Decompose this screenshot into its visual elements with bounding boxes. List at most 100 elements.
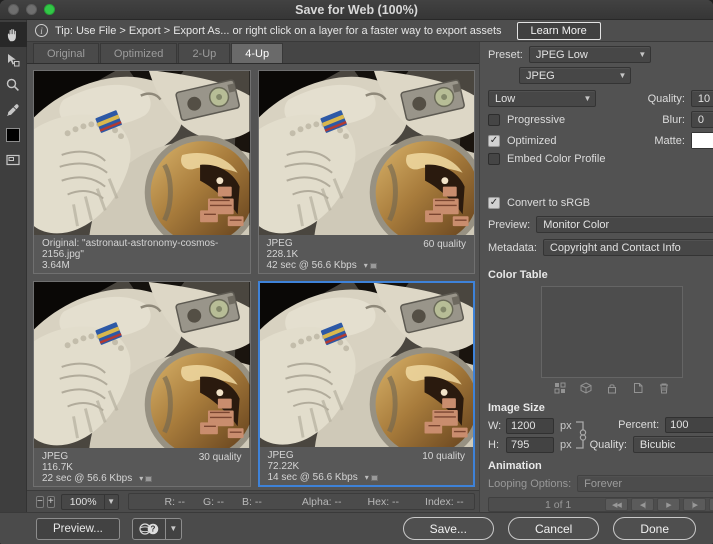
learn-more-button[interactable]: Learn More — [517, 22, 601, 40]
height-input[interactable] — [506, 437, 554, 453]
next-frame-icon: |▶ — [683, 498, 706, 511]
progressive-label: Progressive — [507, 114, 565, 126]
preview-image-original[interactable] — [34, 71, 250, 235]
alpha-value: -- — [335, 496, 342, 508]
color-table-box — [541, 286, 683, 378]
tab-4up[interactable]: 4-Up — [231, 43, 283, 63]
tip-text: Tip: Use File > Export > Export As... or… — [55, 25, 502, 37]
preview-pane-jpeg-30[interactable]: JPEG 116.7K 22 sec @ 56.6 Kbps ▾ 30 qual… — [33, 281, 251, 487]
preview-image-jpeg-30[interactable] — [34, 282, 250, 448]
done-button[interactable]: Done — [613, 517, 696, 540]
hex-value: -- — [392, 496, 399, 508]
delete-color-icon[interactable] — [658, 382, 670, 394]
preview-image-jpeg-10[interactable] — [260, 283, 474, 447]
resample-quality-select[interactable]: Bicubic▼ — [633, 436, 713, 453]
compression-quality-select[interactable]: Low▼ — [488, 90, 596, 107]
tool-strip — [0, 20, 27, 512]
preview-pane-original[interactable]: Original: "astronaut-astronomy-cosmos-21… — [33, 70, 251, 274]
format-select[interactable]: JPEG▼ — [519, 67, 631, 84]
matte-color-swatch — [692, 133, 713, 148]
format-label: JPEG — [42, 451, 152, 462]
preset-select[interactable]: JPEG Low▼ — [529, 46, 651, 63]
first-frame-icon: ◀◀ — [605, 498, 628, 511]
hand-tool[interactable] — [0, 22, 27, 47]
animation-frame-bar: 1 of 1 ◀◀ ◀| ▶ |▶ ▶▶ — [488, 497, 713, 512]
info-icon: i — [35, 24, 48, 37]
width-label: W: — [488, 420, 506, 432]
original-filesize: 3.64M — [42, 260, 242, 271]
dither-transparency-icon[interactable] — [554, 382, 566, 394]
zoom-in-button[interactable]: + — [47, 496, 55, 508]
filesize-label: 228.1K — [267, 249, 377, 260]
browser-select-combo[interactable]: ? ▼ — [132, 518, 182, 540]
metadata-select[interactable]: Copyright and Contact Info▼ — [543, 239, 713, 256]
preview-pane-jpeg-10-selected[interactable]: JPEG 72.22K 14 sec @ 56.6 Kbps ▾ 10 qual… — [258, 281, 476, 487]
filesize-label: 116.7K — [42, 462, 152, 473]
download-speed-menu-icon[interactable]: ▾ — [364, 260, 377, 271]
save-button[interactable]: Save... — [403, 517, 494, 540]
cancel-button[interactable]: Cancel — [508, 517, 599, 540]
quality-label: Quality: — [648, 93, 685, 105]
tab-optimized[interactable]: Optimized — [100, 43, 178, 63]
settings-panel: Preset: JPEG Low▼ ▾ JPEG▼ Low▼ — [479, 42, 713, 512]
zoom-tool[interactable] — [0, 72, 27, 97]
r-value: -- — [178, 496, 185, 508]
image-size-title: Image Size — [488, 402, 545, 414]
tab-original[interactable]: Original — [33, 43, 99, 63]
embed-color-profile-checkbox[interactable] — [488, 153, 500, 165]
footer-bar: Preview... ? ▼ Save... Cancel Done — [0, 512, 713, 544]
download-speed-menu-icon[interactable]: ▾ — [365, 472, 378, 483]
default-browser-icon[interactable]: ? — [132, 518, 166, 540]
window-controls — [8, 0, 55, 19]
matte-select[interactable]: ▼ — [691, 132, 713, 149]
preview-grid: Original: "astronaut-astronomy-cosmos-21… — [27, 64, 479, 490]
eyedropper-color-swatch[interactable] — [0, 122, 27, 147]
convert-to-srgb-label: Convert to sRGB — [507, 197, 590, 209]
download-time-label: 14 sec @ 56.6 Kbps — [268, 472, 358, 483]
black-color-swatch — [6, 128, 20, 142]
eyedropper-tool[interactable] — [0, 97, 27, 122]
preview-pane-jpeg-60[interactable]: JPEG 228.1K 42 sec @ 56.6 Kbps ▾ 60 qual… — [258, 70, 476, 274]
quality-label: 30 quality — [199, 451, 242, 484]
zoom-window-icon[interactable] — [44, 4, 55, 15]
toggle-slices-icon[interactable] — [0, 147, 27, 172]
play-icon: ▶ — [657, 498, 680, 511]
optimized-checkbox[interactable] — [488, 135, 500, 147]
link-dimensions-icon[interactable] — [574, 418, 588, 452]
width-input[interactable] — [506, 418, 554, 434]
caption-jpeg-30: JPEG 116.7K 22 sec @ 56.6 Kbps ▾ 30 qual… — [34, 448, 250, 486]
zoom-out-button[interactable]: − — [36, 496, 44, 508]
preview-color-select[interactable]: Monitor Color▼ — [536, 216, 713, 233]
index-value: -- — [457, 496, 464, 508]
new-color-icon[interactable] — [632, 382, 644, 394]
progressive-checkbox[interactable] — [488, 114, 500, 126]
quality-select[interactable]: 10▼ — [691, 90, 713, 107]
preview-in-browser-button[interactable]: Preview... — [36, 518, 120, 540]
lock-color-icon[interactable] — [606, 382, 618, 394]
chevron-down-icon[interactable]: ▼ — [166, 518, 182, 540]
matte-label: Matte: — [654, 135, 685, 147]
blur-select[interactable]: 0▼ — [691, 111, 713, 128]
blur-label: Blur: — [662, 114, 685, 126]
close-window-icon[interactable] — [8, 4, 19, 15]
zoom-level-select[interactable]: 100% ▼ — [61, 494, 119, 510]
previous-frame-icon: ◀| — [631, 498, 654, 511]
minimize-window-icon[interactable] — [26, 4, 37, 15]
slice-select-tool[interactable] — [0, 47, 27, 72]
percent-label: Percent: — [618, 419, 659, 431]
chevron-down-icon: ▼ — [580, 91, 595, 106]
web-shift-icon[interactable] — [580, 382, 592, 394]
looping-options-select: Forever▼ — [577, 475, 713, 492]
chevron-down-icon: ▼ — [104, 495, 118, 509]
playback-controls: ◀◀ ◀| ▶ |▶ ▶▶ — [605, 498, 713, 511]
preset-label: Preset: — [488, 49, 523, 61]
convert-to-srgb-checkbox[interactable] — [488, 197, 500, 209]
color-table-actions — [488, 382, 713, 394]
chevron-down-icon: ▼ — [635, 47, 650, 62]
metadata-label: Metadata: — [488, 242, 537, 254]
tab-2up[interactable]: 2-Up — [178, 43, 230, 63]
preview-image-jpeg-60[interactable] — [259, 71, 475, 235]
download-speed-menu-icon[interactable]: ▾ — [139, 473, 152, 484]
percent-input[interactable] — [665, 417, 713, 433]
save-for-web-dialog: Save for Web (100%) i — [0, 0, 713, 544]
